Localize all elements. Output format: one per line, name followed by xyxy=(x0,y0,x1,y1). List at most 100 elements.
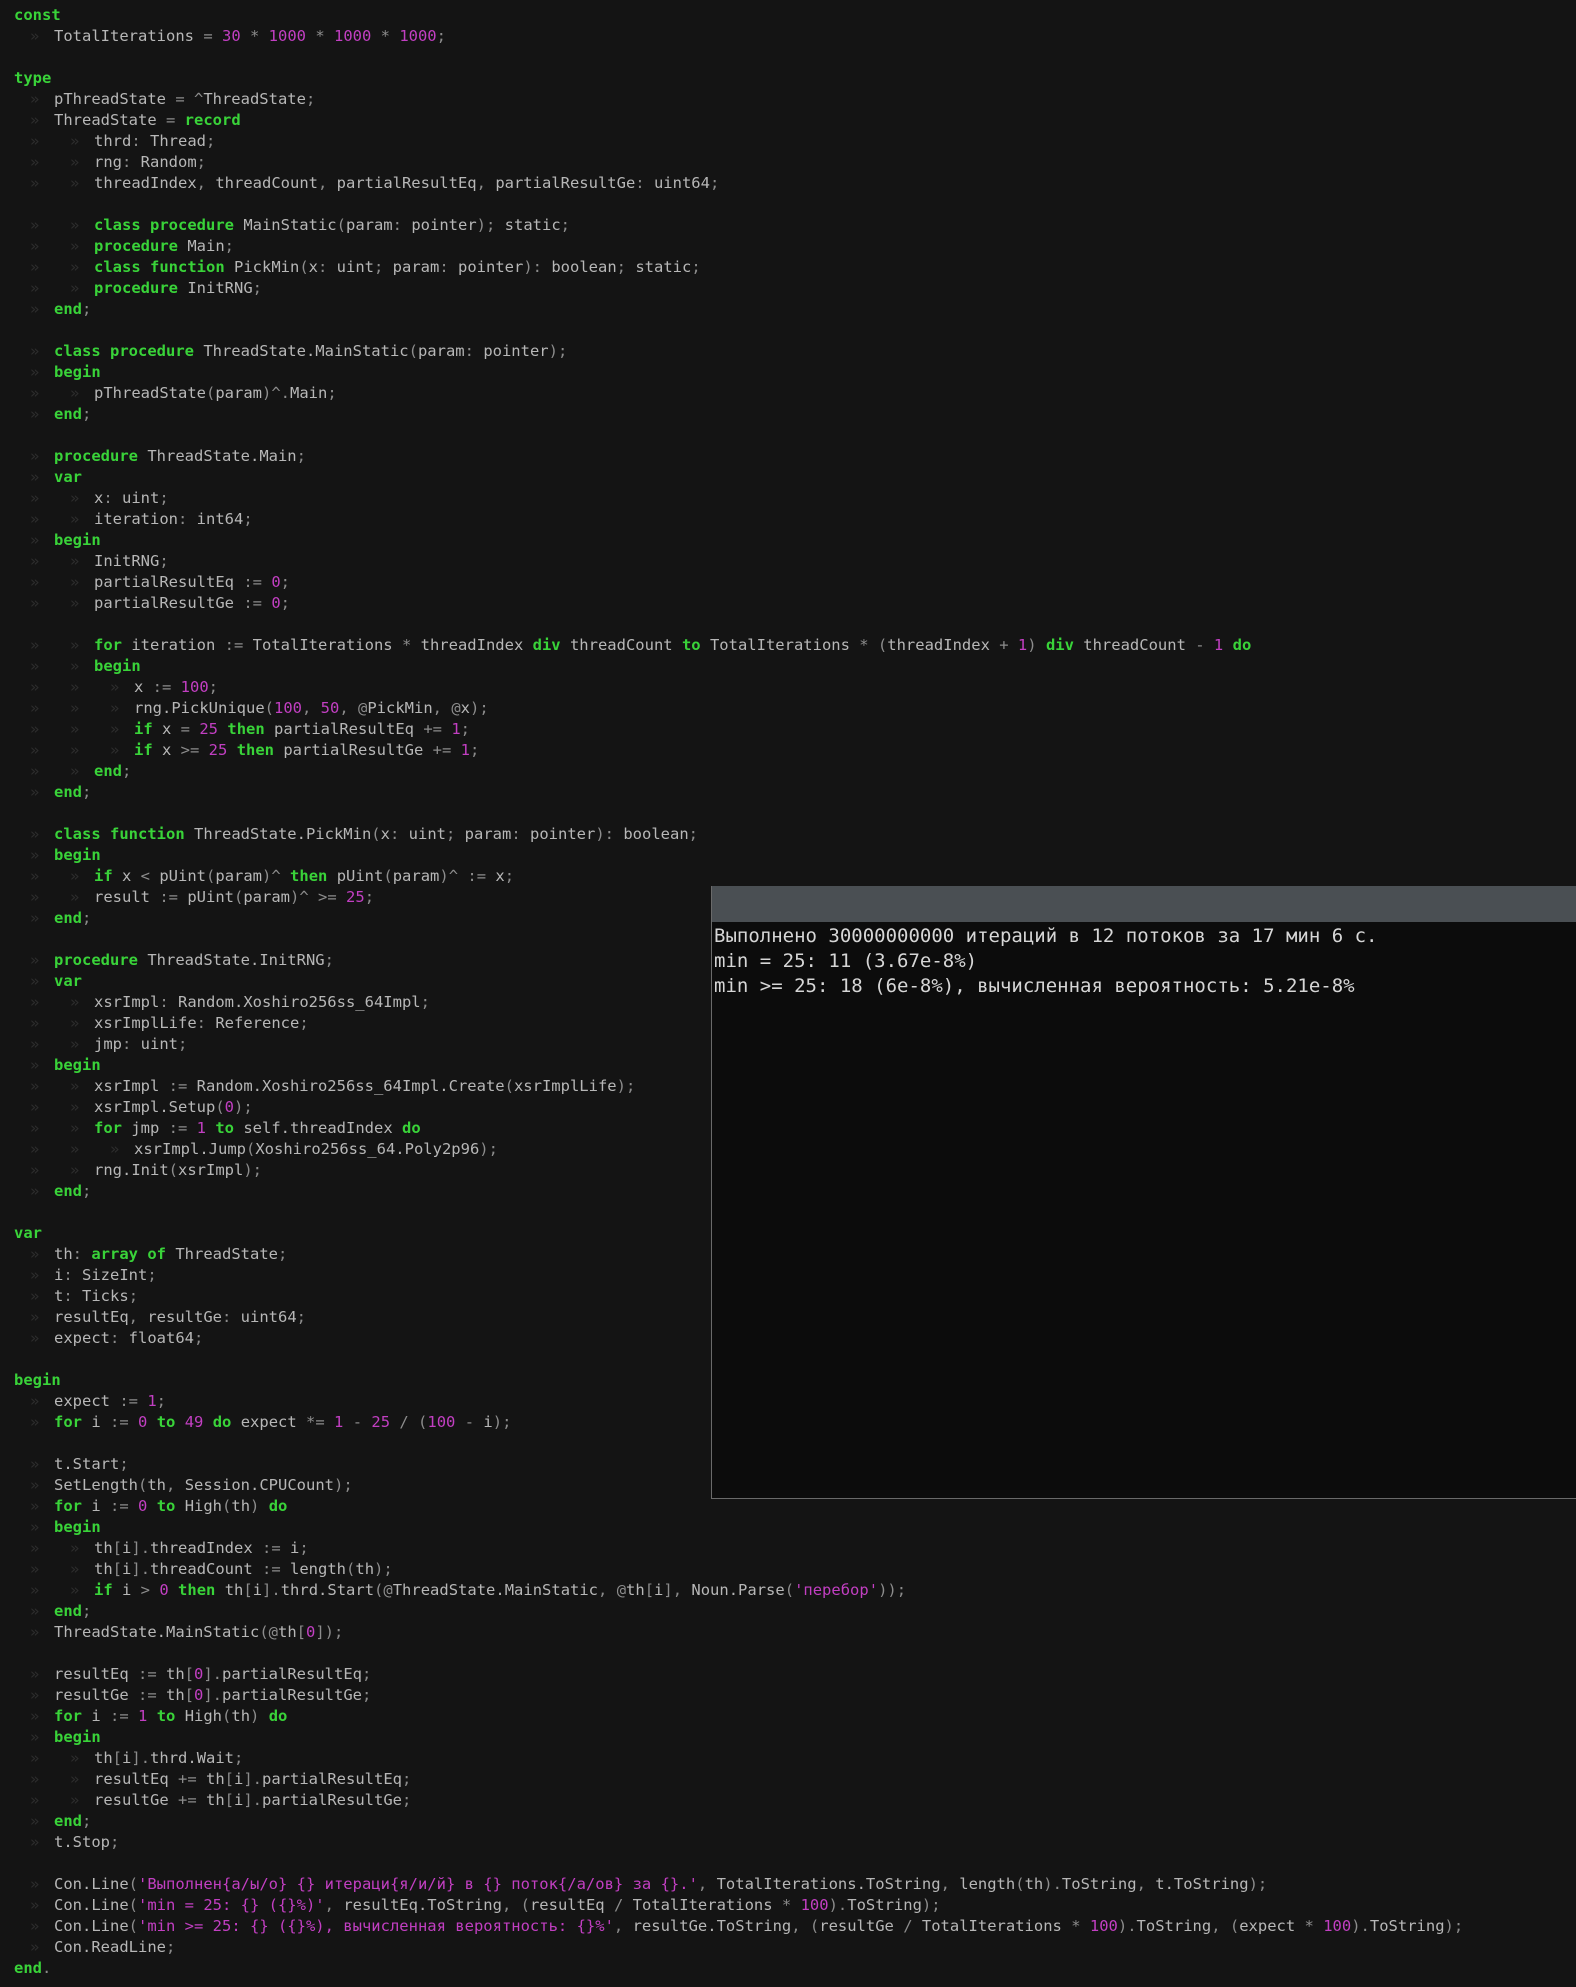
indent-guide: » xyxy=(30,1896,40,1914)
code-punctuation: : xyxy=(511,825,530,843)
code-identifier: pUint xyxy=(159,867,207,885)
code-punctuation: : xyxy=(122,1035,141,1053)
code-keyword: begin xyxy=(94,657,141,675)
indent-guide: » xyxy=(30,951,40,969)
indent-guide: » xyxy=(30,216,40,234)
code-identifier: ToString xyxy=(1369,1917,1445,1935)
code-line: »»» rng.PickUnique(100, 50, @PickMin, @x)… xyxy=(14,698,489,719)
code-punctuation: ; xyxy=(194,1329,204,1347)
code-line: » » class function PickMin(x: uint; param:… xyxy=(14,257,701,278)
code-keyword: var xyxy=(14,1224,42,1242)
code-line: » end; xyxy=(14,404,91,425)
code-punctuation: ]); xyxy=(315,1623,344,1641)
code-line: » for i := 0 to High(th) do xyxy=(14,1496,287,1517)
code-punctuation: * xyxy=(392,636,421,654)
code-punctuation: ); xyxy=(1248,1875,1268,1893)
code-punctuation: ]. xyxy=(262,1581,281,1599)
code-punctuation: = xyxy=(193,27,222,45)
code-punctuation: ). xyxy=(828,1896,848,1914)
code-identifier: threadIndex xyxy=(887,636,990,654)
code-keyword: then xyxy=(178,1581,216,1599)
code-number: 1 xyxy=(1213,636,1224,654)
code-punctuation: * xyxy=(305,27,334,45)
code-line: » » rng.Init(xsrImpl); xyxy=(14,1160,262,1181)
code-keyword: do xyxy=(402,1119,421,1137)
code-identifier: th xyxy=(94,1560,113,1578)
indent-guide: » xyxy=(70,678,80,696)
code-line: var xyxy=(14,1223,42,1244)
code-line: » » » x := 100; xyxy=(14,677,218,698)
code-number: 25 xyxy=(346,888,365,906)
code-identifier: i xyxy=(82,1413,101,1431)
code-punctuation: , xyxy=(476,174,496,192)
code-identifier xyxy=(1223,636,1232,654)
indent-guide: » xyxy=(30,174,40,192)
code-identifier: th xyxy=(165,1665,185,1683)
code-keyword: end xyxy=(54,405,82,423)
code-line: const xyxy=(14,5,61,26)
indent-guide: » xyxy=(30,741,40,759)
code-identifier: thrd.Wait xyxy=(150,1749,235,1767)
code-keyword: begin xyxy=(54,531,101,549)
code-punctuation: , xyxy=(1136,1875,1156,1893)
code-identifier: i xyxy=(483,1413,493,1431)
code-identifier: TotalIterations xyxy=(252,636,393,654)
code-identifier: pointer xyxy=(458,258,524,276)
code-punctuation: ; xyxy=(504,867,515,885)
code-punctuation: += xyxy=(168,1770,206,1788)
code-number: 0 xyxy=(194,1665,204,1683)
code-punctuation: := xyxy=(233,573,272,591)
code-keyword: class function xyxy=(94,258,225,276)
indent-guide: » xyxy=(70,657,80,675)
code-identifier: pThreadState xyxy=(94,384,206,402)
code-line: » t.Stop; xyxy=(14,1832,119,1853)
code-punctuation: := xyxy=(100,1497,138,1515)
indent-guide: » xyxy=(30,1665,40,1683)
indent-guide: » xyxy=(30,825,40,843)
console-titlebar[interactable] xyxy=(712,886,1576,922)
indent-guide: » xyxy=(30,1287,40,1305)
code-punctuation: ; xyxy=(327,384,337,402)
code-identifier: i xyxy=(234,1791,244,1809)
code-keyword: begin xyxy=(54,363,101,381)
code-punctuation: ); xyxy=(243,1161,262,1179)
indent-guide: » xyxy=(30,1770,40,1788)
code-keyword: div xyxy=(532,636,561,654)
code-punctuation: : xyxy=(635,174,654,192)
code-punctuation: - xyxy=(343,1413,372,1431)
indent-guide: » xyxy=(70,1560,80,1578)
code-line: »» th[i].threadIndex := i; xyxy=(14,1538,309,1559)
code-identifier xyxy=(147,1413,156,1431)
code-punctuation: ; xyxy=(147,1266,157,1284)
code-punctuation: ( xyxy=(504,1077,514,1095)
indent-guide: » xyxy=(70,1770,80,1788)
code-identifier: uint64 xyxy=(240,1308,297,1326)
code-identifier: th xyxy=(54,1245,73,1263)
code-punctuation: ; xyxy=(691,258,701,276)
indent-guide: » xyxy=(70,1161,80,1179)
code-punctuation: ; xyxy=(402,1791,412,1809)
code-identifier: threadCount xyxy=(150,1560,253,1578)
indent-guide: » xyxy=(30,90,40,108)
code-line: » » result := pUint(param)^ >= 25; xyxy=(14,887,374,908)
code-identifier: int64 xyxy=(196,510,244,528)
code-line: » for i := 1 to High(th) do xyxy=(14,1706,287,1727)
indent-guide: » xyxy=(70,888,80,906)
code-punctuation: : xyxy=(196,1014,216,1032)
indent-guide: » xyxy=(70,1539,80,1557)
code-punctuation: , @ xyxy=(598,1581,627,1599)
code-punctuation: ( xyxy=(346,1560,356,1578)
code-punctuation: > xyxy=(131,1581,160,1599)
console-window[interactable]: Выполнено 30000000000 итераций в 12 пото… xyxy=(711,886,1576,1499)
indent-guide: » xyxy=(70,552,80,570)
code-punctuation: ) xyxy=(250,1707,269,1725)
indent-guide: » xyxy=(70,1035,80,1053)
code-identifier: xsrImpl.Setup xyxy=(94,1098,216,1116)
code-identifier: length xyxy=(290,1560,347,1578)
code-identifier: Random.Xoshiro256ss_64Impl xyxy=(178,993,421,1011)
code-keyword: for xyxy=(54,1413,82,1431)
indent-guide: » xyxy=(30,762,40,780)
indent-guide: » xyxy=(70,993,80,1011)
code-keyword: begin xyxy=(54,846,101,864)
code-punctuation: (@ xyxy=(374,1581,393,1599)
